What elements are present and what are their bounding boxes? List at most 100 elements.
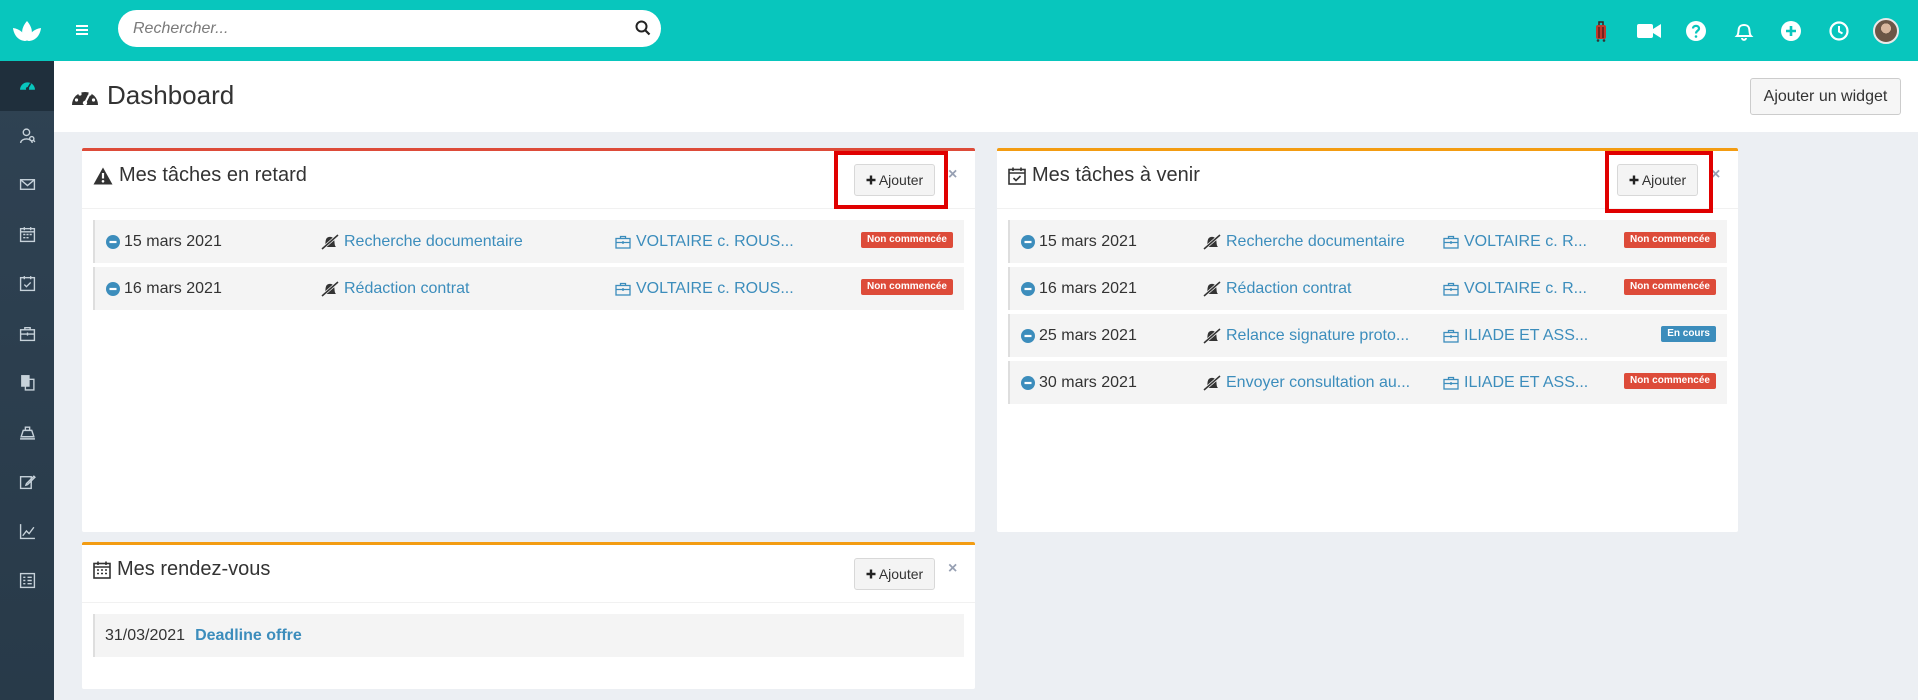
widget-title-text: Mes tâches en retard — [119, 164, 307, 186]
table-row: 16 mars 2021 Rédaction contrat VOLTAIRE … — [1008, 267, 1727, 310]
calendar-icon — [19, 226, 35, 242]
task-link[interactable]: Relance signature proto... — [1203, 327, 1409, 345]
case-link[interactable]: VOLTAIRE c. R... — [1443, 233, 1587, 251]
suitcase-icon — [1596, 20, 1607, 42]
suitcase-button[interactable] — [1578, 19, 1626, 43]
notifications-button[interactable] — [1720, 20, 1768, 42]
date-text: 15 mars 2021 — [1039, 233, 1137, 250]
close-widget-button[interactable]: × — [948, 560, 957, 578]
warning-icon — [93, 167, 113, 184]
task-link[interactable]: Envoyer consultation au... — [1203, 374, 1410, 392]
mail-icon — [19, 179, 35, 191]
case-title: VOLTAIRE c. R... — [1464, 280, 1587, 297]
upcoming-task-list: 15 mars 2021 Recherche documentaire VOLT… — [997, 209, 1738, 404]
case-title: ILIADE ET ASS... — [1464, 374, 1589, 391]
task-title: Rédaction contrat — [1226, 280, 1352, 297]
case-link[interactable]: ILIADE ET ASS... — [1443, 327, 1588, 345]
add-upcoming-task-button[interactable]: Ajouter — [1617, 164, 1698, 196]
bell-slash-icon — [1203, 281, 1221, 297]
task-title: Relance signature proto... — [1226, 327, 1410, 344]
sidebar-item-calendar[interactable] — [0, 210, 54, 260]
page-header: Dashboard Ajouter un widget — [54, 61, 1918, 132]
search-input[interactable] — [118, 10, 598, 47]
task-date: 15 mars 2021 — [1021, 233, 1137, 251]
table-row: 15 mars 2021 Recherche documentaire VOLT… — [93, 220, 964, 263]
appointment-link[interactable]: Deadline offre — [195, 627, 302, 645]
search-icon[interactable] — [635, 20, 651, 36]
tasks-icon — [19, 276, 35, 292]
list-item: 31/03/2021 Deadline offre — [93, 614, 964, 657]
user-menu[interactable] — [1863, 17, 1911, 44]
task-title: Rédaction contrat — [344, 280, 470, 297]
bell-slash-icon — [1203, 234, 1221, 250]
task-link[interactable]: Rédaction contrat — [1203, 280, 1351, 298]
dashboard-icon — [19, 82, 35, 91]
video-camera-icon — [1636, 23, 1661, 38]
sidebar-item-dashboard[interactable] — [0, 61, 54, 111]
add-button-label: Ajouter — [1641, 172, 1687, 188]
help-button[interactable] — [1673, 20, 1721, 41]
briefcase-icon — [615, 235, 631, 249]
sidebar-item-stats[interactable] — [0, 507, 54, 557]
sidebar-item-forms[interactable] — [0, 556, 54, 606]
case-link[interactable]: VOLTAIRE c. ROUS... — [615, 233, 794, 251]
task-date: 25 mars 2021 — [1021, 327, 1137, 345]
task-link[interactable]: Recherche documentaire — [1203, 233, 1405, 251]
case-link[interactable]: VOLTAIRE c. R... — [1443, 280, 1587, 298]
billing-icon — [19, 426, 35, 440]
add-appointment-button[interactable]: Ajouter — [854, 558, 935, 590]
bell-slash-icon — [321, 234, 339, 250]
widget-header: Mes rendez-vous Ajouter × — [82, 545, 975, 603]
task-link[interactable]: Recherche documentaire — [321, 233, 523, 251]
widget-appointments: Mes rendez-vous Ajouter × 31/03/2021 Dea… — [82, 542, 975, 689]
bell-slash-icon — [321, 281, 339, 297]
page-title: Dashboard — [71, 80, 234, 111]
table-row: 15 mars 2021 Recherche documentaire VOLT… — [1008, 220, 1727, 263]
timer-button[interactable] — [1815, 20, 1863, 41]
chart-line-icon — [19, 523, 35, 539]
briefcase-icon — [1443, 329, 1459, 343]
widget-title: Mes rendez-vous — [93, 558, 270, 581]
bell-slash-icon — [1203, 375, 1221, 391]
case-link[interactable]: ILIADE ET ASS... — [1443, 374, 1588, 392]
sidebar-item-cases[interactable] — [0, 309, 54, 359]
add-widget-button[interactable]: Ajouter un widget — [1750, 78, 1901, 115]
case-link[interactable]: VOLTAIRE c. ROUS... — [615, 280, 794, 298]
briefcase-icon — [1443, 235, 1459, 249]
minus-circle-icon — [1021, 329, 1035, 343]
widget-header: Mes tâches à venir Ajouter × — [997, 151, 1738, 209]
widget-header: Mes tâches en retard Ajouter × — [82, 151, 975, 209]
briefcase-icon — [1443, 376, 1459, 390]
calendar-check-icon — [1008, 167, 1026, 185]
sidebar-item-tasks[interactable] — [0, 259, 54, 309]
create-button[interactable] — [1768, 20, 1816, 41]
video-call-button[interactable] — [1625, 23, 1673, 39]
sidebar-item-contacts[interactable] — [0, 111, 54, 161]
briefcase-icon — [615, 282, 631, 296]
widget-upcoming-tasks: Mes tâches à venir Ajouter × 15 mars 202… — [997, 148, 1738, 532]
topbar — [54, 0, 1918, 61]
dashboard-icon — [72, 91, 98, 105]
minus-circle-icon — [1021, 282, 1035, 296]
hamburger-icon — [76, 25, 88, 35]
close-widget-button[interactable]: × — [948, 166, 957, 184]
sidebar-item-documents[interactable] — [0, 358, 54, 408]
minus-circle-icon — [1021, 235, 1035, 249]
task-title: Recherche documentaire — [1226, 233, 1405, 250]
widget-overdue-tasks: Mes tâches en retard Ajouter × 15 mars 2… — [82, 148, 975, 532]
calendar-icon — [93, 561, 111, 579]
status-badge: Non commencée — [1623, 373, 1716, 389]
edit-icon — [19, 475, 36, 490]
sidebar-item-mail[interactable] — [0, 160, 54, 210]
plus-circle-icon — [1781, 20, 1802, 41]
status-badge: Non commencée — [1623, 232, 1716, 248]
close-widget-button[interactable]: × — [1711, 166, 1720, 184]
task-link[interactable]: Rédaction contrat — [321, 280, 469, 298]
documents-icon — [20, 375, 35, 391]
add-overdue-task-button[interactable]: Ajouter — [854, 164, 935, 196]
app-logo[interactable] — [0, 0, 54, 61]
case-title: VOLTAIRE c. ROUS... — [636, 233, 794, 250]
menu-toggle-button[interactable] — [71, 19, 93, 41]
sidebar-item-edit[interactable] — [0, 457, 54, 507]
sidebar-item-billing[interactable] — [0, 408, 54, 458]
